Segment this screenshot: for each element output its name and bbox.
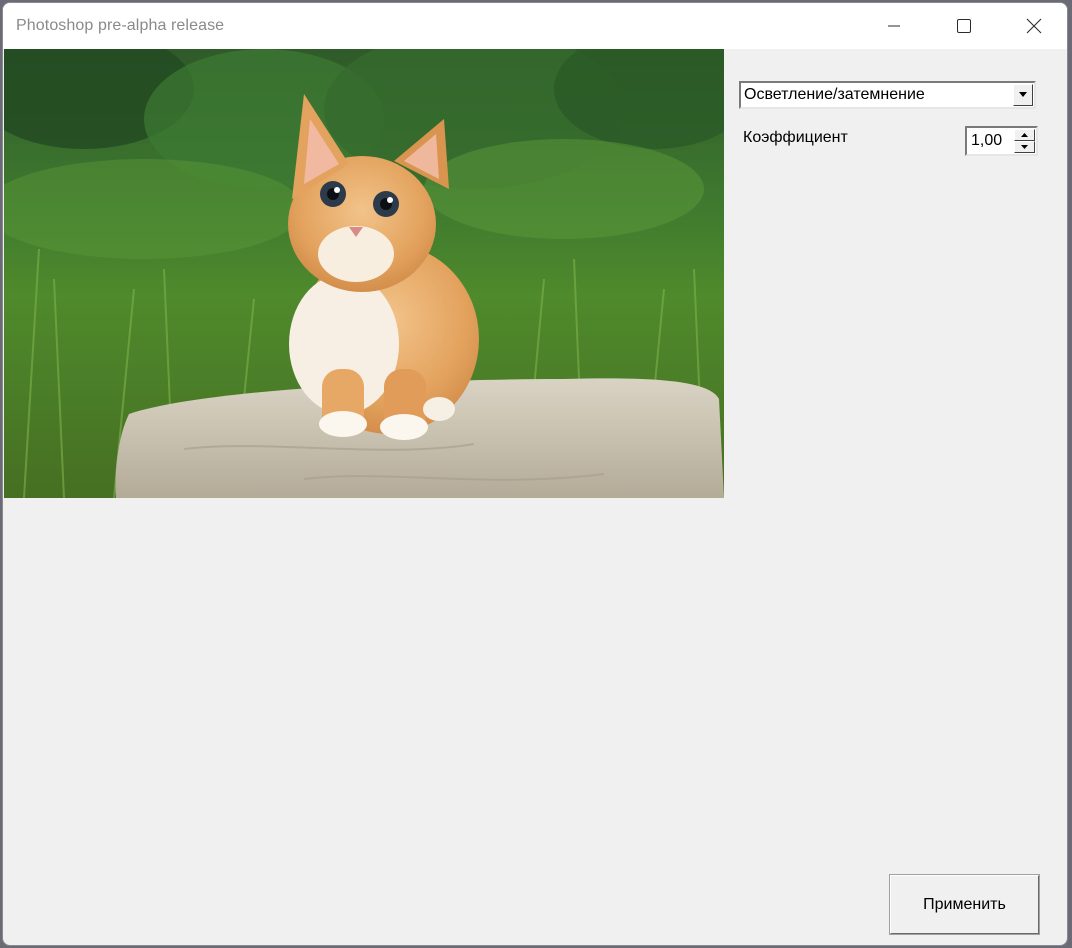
chevron-down-icon	[1019, 92, 1027, 97]
coefficient-label: Коэффициент	[743, 129, 848, 146]
minimize-icon	[888, 25, 900, 27]
arrow-down-icon	[1021, 145, 1028, 149]
dropdown-button[interactable]	[1013, 84, 1033, 106]
close-icon	[1026, 18, 1042, 34]
coefficient-value[interactable]: 1,00	[971, 132, 1002, 150]
image-canvas	[4, 49, 724, 498]
minimize-button[interactable]	[860, 3, 928, 49]
filter-dropdown-value: Осветление/затемнение	[744, 86, 925, 103]
app-window: Photoshop pre-alpha release Осветление/з…	[2, 2, 1068, 946]
window-title: Photoshop pre-alpha release	[16, 17, 225, 34]
close-button[interactable]	[1000, 3, 1067, 49]
filter-dropdown[interactable]: Осветление/затемнение	[739, 81, 1036, 109]
maximize-icon	[957, 19, 971, 33]
apply-button[interactable]: Применить	[889, 874, 1040, 935]
arrow-up-icon	[1021, 133, 1028, 137]
maximize-button[interactable]	[930, 3, 998, 49]
stepper-down-button[interactable]	[1014, 141, 1035, 153]
coefficient-stepper[interactable]: 1,00	[965, 126, 1038, 156]
title-bar[interactable]: Photoshop pre-alpha release	[3, 3, 1067, 49]
kitten-photo	[4, 49, 724, 498]
stepper-up-button[interactable]	[1014, 129, 1035, 141]
